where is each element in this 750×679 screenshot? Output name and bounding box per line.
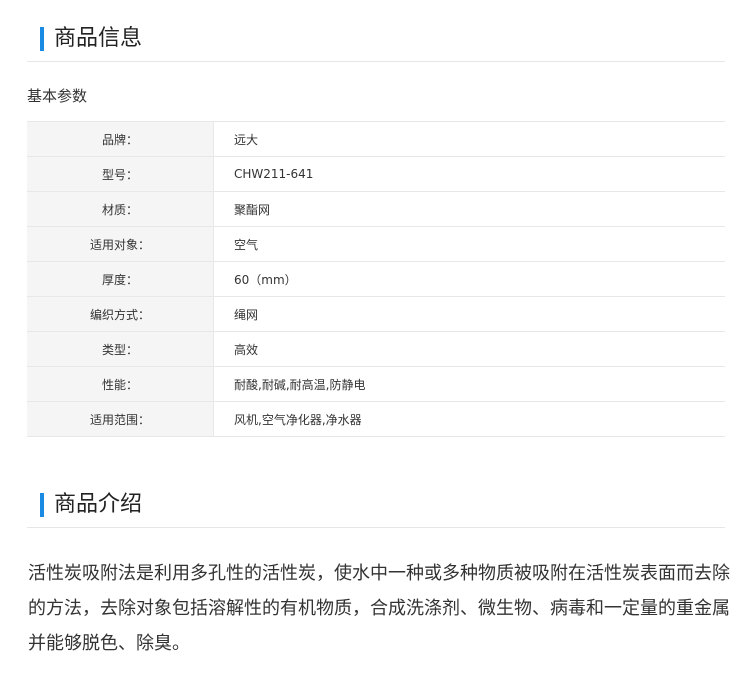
param-row: 性能： 耐酸,耐碱,耐高温,防静电: [27, 367, 725, 402]
basic-params-heading: 基本参数: [27, 87, 88, 105]
param-label: 适用对象：: [27, 227, 214, 261]
param-label: 厚度：: [27, 262, 214, 296]
product-info-title: 商品信息: [54, 26, 143, 51]
param-value: CHW211-641: [234, 167, 314, 181]
param-value: 绳网: [234, 307, 259, 322]
accent-bar: [40, 493, 44, 517]
param-label: 品牌：: [27, 122, 214, 156]
param-label: 材质：: [27, 192, 214, 226]
product-intro-header: 商品介绍: [27, 483, 725, 528]
product-intro-text: 活性炭吸附法是利用多孔性的活性炭，使水中一种或多种物质被吸附在活性炭表面而去除的…: [28, 563, 730, 654]
param-value: 风机,空气净化器,净水器: [234, 412, 362, 427]
param-row: 型号： CHW211-641: [27, 157, 725, 192]
param-row: 编织方式： 绳网: [27, 297, 725, 332]
param-row: 厚度： 60（mm）: [27, 262, 725, 297]
param-value: 60（mm）: [234, 272, 297, 287]
product-intro-title: 商品介绍: [54, 492, 143, 517]
param-row: 品牌： 远大: [27, 122, 725, 157]
param-value: 空气: [234, 237, 259, 252]
param-label: 性能：: [27, 367, 214, 401]
param-row: 适用对象： 空气: [27, 227, 725, 262]
param-row: 适用范围： 风机,空气净化器,净水器: [27, 402, 725, 437]
param-label: 类型：: [27, 332, 214, 366]
param-value: 耐酸,耐碱,耐高温,防静电: [234, 377, 366, 392]
param-label: 编织方式：: [27, 297, 214, 331]
param-label: 型号：: [27, 157, 214, 191]
product-info-header: 商品信息: [27, 17, 725, 62]
param-row: 类型： 高效: [27, 332, 725, 367]
accent-bar: [40, 27, 44, 51]
param-value: 高效: [234, 342, 259, 357]
param-value: 聚酯网: [234, 202, 271, 217]
params-table: 品牌： 远大型号： CHW211-641 材质： 聚酯网适用对象： 空气厚度： 60（mm）…: [27, 121, 725, 437]
param-row: 材质： 聚酯网: [27, 192, 725, 227]
param-label: 适用范围：: [27, 402, 214, 436]
param-value: 远大: [234, 132, 259, 147]
